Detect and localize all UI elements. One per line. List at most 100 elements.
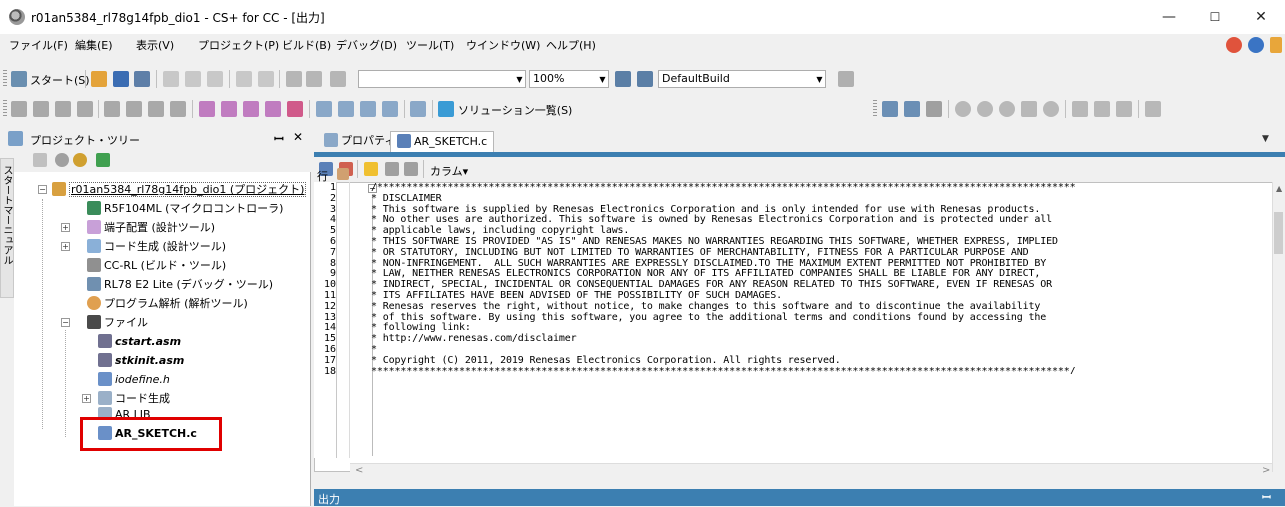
output-panel-header[interactable] <box>314 489 1285 506</box>
menu-debug[interactable]: デバッグ(D) <box>336 37 397 53</box>
run-icon[interactable] <box>1043 101 1059 117</box>
undo-icon[interactable] <box>236 71 252 87</box>
save-all-icon[interactable] <box>134 71 150 87</box>
download-icon[interactable] <box>882 101 898 117</box>
menu-help[interactable]: ヘルプ(H) <box>546 37 596 53</box>
run-icon[interactable] <box>999 101 1015 117</box>
debug-icon[interactable] <box>148 101 164 117</box>
breakpoint-icon[interactable] <box>221 101 237 117</box>
jump-icon[interactable] <box>364 162 378 176</box>
chevron-down-icon[interactable]: ▼ <box>598 72 607 88</box>
open-folder-icon[interactable] <box>91 71 107 87</box>
horizontal-scrollbar[interactable] <box>350 463 1272 479</box>
window-icon[interactable] <box>410 101 426 117</box>
find-prev-icon[interactable] <box>330 71 346 87</box>
tree-item-code-gen[interactable]: コード生成 (設計ツール) <box>87 237 226 256</box>
tool-icon[interactable] <box>838 71 854 87</box>
menu-window[interactable]: ウインドウ(W) <box>466 37 540 53</box>
pin-icon[interactable]: ꟷ <box>274 130 284 147</box>
step-over-icon[interactable] <box>1094 101 1110 117</box>
feedback-icon[interactable] <box>1226 37 1242 53</box>
back-icon[interactable] <box>404 162 418 176</box>
menu-tools[interactable]: ツール(T) <box>406 37 454 53</box>
scroll-left-icon[interactable]: < <box>355 465 363 476</box>
debug-icon[interactable] <box>104 101 120 117</box>
debug-icon[interactable] <box>55 101 71 117</box>
tree-item-files[interactable]: ファイル <box>87 313 148 332</box>
window-icon[interactable] <box>382 101 398 117</box>
expand-toggle[interactable]: + <box>82 394 91 403</box>
tab-ar-sketch[interactable]: AR_SKETCH.c <box>390 131 495 152</box>
tree-item-debug-tool[interactable]: RL78 E2 Lite (デバッグ・ツール) <box>87 275 273 294</box>
minimize-button[interactable]: — <box>1146 0 1192 34</box>
user-icon[interactable] <box>73 153 87 167</box>
debug-icon[interactable] <box>77 101 93 117</box>
tree-item-ar-lib[interactable]: AR LIB <box>98 405 151 417</box>
stop-icon[interactable] <box>955 101 971 117</box>
window-icon[interactable] <box>316 101 332 117</box>
chevron-down-icon[interactable]: ▼ <box>515 72 524 88</box>
tree-item-file[interactable]: iodefine.h <box>98 370 170 389</box>
collapse-toggle[interactable]: − <box>61 318 70 327</box>
reset-icon[interactable] <box>926 101 942 117</box>
scroll-up-icon[interactable]: ▲ <box>1276 184 1282 193</box>
find-next-icon[interactable] <box>306 71 322 87</box>
start-button[interactable]: スタート(S) <box>30 72 90 88</box>
start-manual-tab[interactable]: スタートマーニュアル <box>0 158 14 298</box>
help-icon[interactable] <box>1248 37 1264 53</box>
tree-item-build-tool[interactable]: CC-RL (ビルド・ツール) <box>87 256 226 275</box>
column-button[interactable]: カラム▾ <box>430 163 468 179</box>
toolbar-grip[interactable] <box>3 70 7 88</box>
build-config-combo[interactable]: DefaultBuild ▼ <box>658 70 826 88</box>
window-icon[interactable] <box>360 101 376 117</box>
disconnect-icon[interactable] <box>904 101 920 117</box>
search-combo[interactable]: ▼ <box>358 70 526 88</box>
step-in-icon[interactable] <box>1072 101 1088 117</box>
find-icon[interactable] <box>286 71 302 87</box>
menu-project[interactable]: プロジェクト(P) <box>198 37 279 53</box>
tab-list-dropdown[interactable]: ▼ <box>1262 134 1269 144</box>
close-panel-button[interactable]: ✕ <box>293 130 303 144</box>
debug-icon[interactable] <box>170 101 186 117</box>
collapse-toggle[interactable]: − <box>38 185 47 194</box>
copy-icon[interactable] <box>185 71 201 87</box>
vertical-scrollbar-thumb[interactable] <box>1274 212 1283 254</box>
forward-icon[interactable] <box>385 162 399 176</box>
debug-icon[interactable] <box>33 101 49 117</box>
solution-list-button[interactable]: ソリューション一覧(S) <box>458 102 572 118</box>
breakpoint-icon[interactable] <box>199 101 215 117</box>
menu-file[interactable]: ファイル(F) <box>9 37 68 53</box>
tree-item-pin-config[interactable]: 端子配置 (設計ツール) <box>87 218 215 237</box>
expand-toggle[interactable]: + <box>61 223 70 232</box>
chevron-down-icon[interactable]: ▼ <box>815 72 824 88</box>
tree-item-file[interactable]: cstart.asm <box>98 332 181 351</box>
window-icon[interactable] <box>338 101 354 117</box>
settings-icon[interactable] <box>55 153 69 167</box>
save-icon[interactable] <box>113 71 129 87</box>
tool-icon[interactable] <box>1145 101 1161 117</box>
cut-icon[interactable] <box>163 71 179 87</box>
menu-build[interactable]: ビルド(B) <box>282 37 331 53</box>
expand-toggle[interactable]: + <box>61 242 70 251</box>
maximize-button[interactable]: ☐ <box>1192 0 1238 34</box>
menu-view[interactable]: 表示(V) <box>136 37 174 53</box>
paste-icon[interactable] <box>207 71 223 87</box>
debug-icon[interactable] <box>11 101 27 117</box>
filter-icon[interactable] <box>33 153 47 167</box>
step-out-icon[interactable] <box>1116 101 1132 117</box>
breakpoint-icon[interactable] <box>243 101 259 117</box>
menu-edit[interactable]: 編集(E) <box>75 37 113 53</box>
debug-icon[interactable] <box>126 101 142 117</box>
scroll-right-icon[interactable]: > <box>1262 465 1270 476</box>
toolbar-grip[interactable] <box>3 100 7 118</box>
tree-item-analysis[interactable]: プログラム解析 (解析ツール) <box>87 294 248 313</box>
tree-item-mcu[interactable]: R5F104ML (マイクロコントローラ) <box>87 199 283 218</box>
redo-icon[interactable] <box>258 71 274 87</box>
breakpoint-icon[interactable] <box>265 101 281 117</box>
toolbar-grip[interactable] <box>873 100 877 118</box>
run-icon[interactable] <box>977 101 993 117</box>
close-button[interactable]: ✕ <box>1238 0 1284 34</box>
tree-item-project[interactable]: r01an5384_rl78g14fpb_dio1 (プロジェクト) <box>52 180 307 199</box>
tab-properties[interactable]: プロパティ <box>318 131 401 152</box>
tree-item-file[interactable]: stkinit.asm <box>98 351 184 370</box>
